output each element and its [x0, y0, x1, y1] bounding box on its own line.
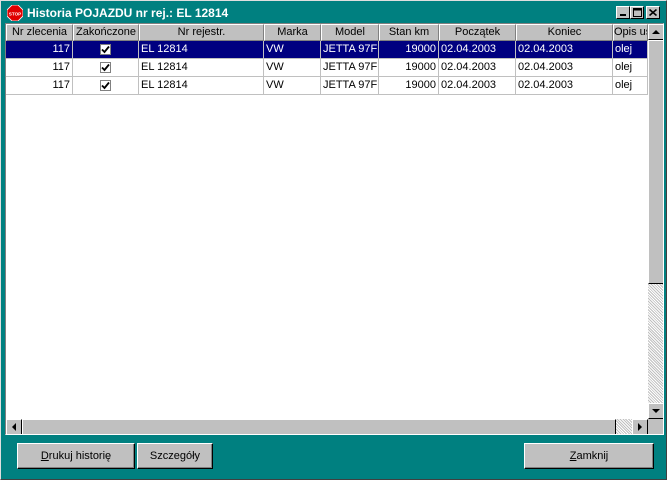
done-checkbox[interactable]	[100, 62, 111, 73]
cell-desc[interactable]: olej	[613, 77, 648, 95]
scrollbar-corner	[648, 419, 663, 434]
cell-km[interactable]: 19000	[379, 77, 439, 95]
window-title: Historia POJAZDU nr rej.: EL 12814	[27, 6, 229, 20]
column-header-start[interactable]: Początek	[439, 24, 516, 41]
scroll-left-button[interactable]	[6, 419, 22, 434]
history-window: STOP Historia POJAZDU nr rej.: EL 12814 …	[0, 0, 667, 480]
check-icon	[101, 63, 110, 72]
scroll-up-button[interactable]	[648, 24, 663, 40]
column-header-model[interactable]: Model	[321, 24, 379, 41]
cell-desc[interactable]: olej	[613, 59, 648, 77]
cell-end[interactable]: 02.04.2003	[516, 59, 613, 77]
column-header-end[interactable]: Koniec	[516, 24, 613, 41]
cell-start[interactable]: 02.04.2003	[439, 41, 516, 59]
cell-km[interactable]: 19000	[379, 41, 439, 59]
print-history-button[interactable]: Drukuj historię	[17, 443, 135, 469]
close-icon	[649, 9, 657, 16]
minimize-icon	[620, 14, 626, 16]
vertical-scroll-thumb[interactable]	[648, 40, 663, 284]
close-label: amknij	[576, 450, 609, 462]
scroll-down-button[interactable]	[648, 403, 663, 419]
check-icon	[101, 45, 110, 54]
details-button[interactable]: Szczegóły	[137, 443, 213, 469]
scroll-right-button[interactable]	[632, 419, 648, 434]
vertical-scrollbar[interactable]	[648, 24, 663, 419]
cell-start[interactable]: 02.04.2003	[439, 77, 516, 95]
print-history-label: rukuj historię	[48, 450, 112, 462]
done-checkbox[interactable]	[100, 44, 111, 55]
cell-km[interactable]: 19000	[379, 59, 439, 77]
cell-model[interactable]: JETTA 97F	[321, 59, 379, 77]
stop-sign-icon: STOP	[7, 5, 23, 21]
title-bar[interactable]: STOP Historia POJAZDU nr rej.: EL 12814	[3, 3, 664, 23]
cell-nr[interactable]: 117	[6, 59, 73, 77]
minimize-button[interactable]	[616, 6, 630, 19]
horizontal-scrollbar[interactable]	[6, 419, 648, 434]
cell-model[interactable]: JETTA 97F	[321, 41, 379, 59]
close-mnemonic: Z	[569, 450, 577, 462]
arrow-right-icon	[637, 423, 642, 431]
cell-done[interactable]	[73, 41, 139, 59]
cell-end[interactable]: 02.04.2003	[516, 41, 613, 59]
column-header-desc[interactable]: Opis us	[613, 24, 648, 41]
table-row[interactable]: 117 EL 12814 VW JETTA 97F 19000 02.04.2003 02.…	[6, 41, 648, 59]
arrow-left-icon	[11, 423, 16, 431]
cell-end[interactable]: 02.04.2003	[516, 77, 613, 95]
cell-model[interactable]: JETTA 97F	[321, 77, 379, 95]
cell-reg[interactable]: EL 12814	[139, 41, 264, 59]
table-row[interactable]: 117 EL 12814 VW JETTA 97F 19000 02.04.2003 02.…	[6, 77, 648, 95]
print-history-mnemonic: D	[40, 450, 49, 462]
cell-done[interactable]	[73, 59, 139, 77]
close-button[interactable]: Zamknij	[524, 443, 654, 469]
table-row[interactable]: 117 EL 12814 VW JETTA 97F 19000 02.04.2003 02.…	[6, 59, 648, 77]
column-header-make[interactable]: Marka	[264, 24, 321, 41]
cell-reg[interactable]: EL 12814	[139, 77, 264, 95]
cell-make[interactable]: VW	[264, 59, 321, 77]
column-header-km[interactable]: Stan km	[379, 24, 439, 41]
column-header-reg[interactable]: Nr rejestr.	[139, 24, 264, 41]
arrow-up-icon	[652, 29, 660, 34]
cell-desc[interactable]: olej	[613, 41, 648, 59]
done-checkbox[interactable]	[100, 80, 111, 91]
cell-nr[interactable]: 117	[6, 77, 73, 95]
cell-make[interactable]: VW	[264, 77, 321, 95]
cell-start[interactable]: 02.04.2003	[439, 59, 516, 77]
history-grid[interactable]: Nr zlecenia Zakończone Nr rejestr. Marka…	[5, 23, 664, 435]
column-header-done[interactable]: Zakończone	[73, 24, 139, 41]
details-label: Szczegóły	[149, 450, 201, 462]
check-icon	[101, 81, 110, 90]
grid-header: Nr zlecenia Zakończone Nr rejestr. Marka…	[6, 24, 648, 41]
arrow-down-icon	[652, 408, 660, 413]
close-window-button[interactable]	[646, 6, 660, 19]
cell-nr[interactable]: 117	[6, 41, 73, 59]
column-header-nr[interactable]: Nr zlecenia	[6, 24, 73, 41]
cell-make[interactable]: VW	[264, 41, 321, 59]
cell-reg[interactable]: EL 12814	[139, 59, 264, 77]
maximize-icon	[632, 8, 642, 17]
maximize-button[interactable]	[630, 6, 644, 19]
cell-done[interactable]	[73, 77, 139, 95]
horizontal-scroll-thumb[interactable]	[22, 419, 616, 434]
stop-sign-text: STOP	[9, 12, 21, 17]
